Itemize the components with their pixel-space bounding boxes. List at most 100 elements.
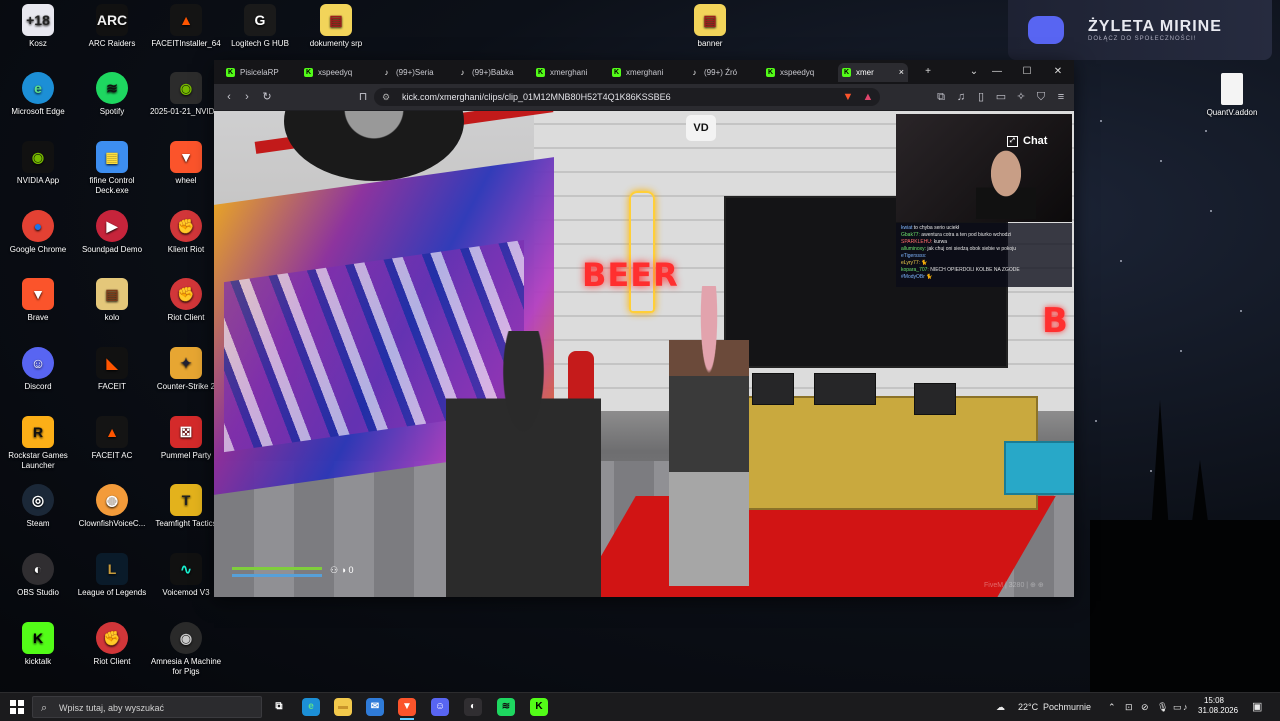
bookmark-icon[interactable]: ⊓	[356, 90, 370, 104]
desktop-icon[interactable]: ◉ 2025-01-21_NVIDIA	[148, 72, 224, 117]
desktop-icon[interactable]: ▼ Brave	[0, 278, 76, 323]
desktop-icon[interactable]: T Teamfight Tactics	[148, 484, 224, 529]
chevron-up-icon[interactable]: ⌃	[1108, 693, 1116, 721]
kicktalk-icon[interactable]: K	[530, 698, 548, 716]
desktop-icon[interactable]: e Microsoft Edge	[0, 72, 76, 117]
desktop-icon[interactable]: ≋ Spotify	[74, 72, 150, 117]
weather-temp[interactable]: 22°C	[1018, 693, 1038, 721]
discord-icon: ☺	[22, 347, 54, 379]
browser-tab[interactable]: ♪ (99+)Babka	[454, 63, 528, 82]
desktop-icon[interactable]: ▶ Soundpad Demo	[74, 210, 150, 255]
browser-tab[interactable]: Kxmerghani	[608, 63, 682, 82]
browser-window[interactable]: K PisicelaRP Kxspeedyq ♪ (99+)Seria ♪ (99+)Bab…	[214, 60, 1074, 597]
kick-favicon-icon: K	[536, 68, 545, 77]
browser-tab[interactable]: ♪ (99+) Źró	[686, 63, 760, 82]
brave-shields-icon[interactable]: ▼	[841, 90, 855, 104]
weather-desc[interactable]: Pochmurnie	[1043, 693, 1091, 721]
wallet-icon[interactable]: ▭	[994, 90, 1008, 104]
file-explorer-icon[interactable]: ▬	[334, 698, 352, 716]
extensions-icon[interactable]: ⧉	[934, 90, 948, 104]
desktop-icon[interactable]: ⚄ Pummel Party	[148, 416, 224, 461]
desktop-icon[interactable]: ● Google Chrome	[0, 210, 76, 255]
notifications-icon[interactable]: ▣	[1252, 693, 1262, 721]
desktop-icon[interactable]: G Logitech G HUB	[222, 4, 298, 49]
desktop-icon[interactable]: ∿ Voicemod V3	[148, 553, 224, 598]
desktop-icon[interactable]: ✊ Klient Riot	[148, 210, 224, 255]
windows-start-icon[interactable]	[10, 700, 24, 714]
desktop-icon-label: wheel	[175, 176, 197, 185]
tab-list-chevron-icon[interactable]: ⌄	[964, 64, 984, 80]
desktop-icon[interactable]: ▤ banner	[672, 4, 748, 49]
weather-icon[interactable]: ☁	[996, 693, 1005, 721]
brave-rewards-icon[interactable]: ▲	[861, 90, 875, 104]
taskbar-search-input[interactable]: ⌕ Wpisz tutaj, aby wyszukać	[32, 696, 262, 718]
desktop-icon[interactable]: ▤ dokumenty srp	[298, 4, 374, 49]
tiktok-favicon-icon: ♪	[460, 68, 465, 77]
desktop-icon[interactable]: ✊ Riot Client	[148, 278, 224, 323]
leo-icon[interactable]: ✧	[1014, 90, 1028, 104]
discord-banner[interactable]: ŻYLETA MIRINE DOŁĄCZ DO SPOŁECZNOŚCI!	[1008, 0, 1272, 60]
desktop-icon[interactable]: ◣ FACEIT	[74, 347, 150, 392]
desktop-icon[interactable]: ▤ kolo	[74, 278, 150, 323]
spotify-icon[interactable]: ≋	[497, 698, 515, 716]
desktop-icon[interactable]: ✦ Counter-Strike 2	[148, 347, 224, 392]
reload-icon[interactable]: ↻	[260, 90, 274, 104]
desktop-icon[interactable]: ▲ FACEITInstaller_64	[148, 4, 224, 49]
video-player[interactable]: BEER B VD ⤢ Chat kwiat to chyba serio uc…	[214, 111, 1074, 597]
desktop-icon[interactable]: Kkicktalk	[0, 622, 76, 667]
back-icon[interactable]: ‹	[222, 90, 236, 104]
microphone-icon[interactable]: 🎙	[1157, 693, 1168, 721]
minimize-button[interactable]: —	[987, 64, 1007, 80]
desktop-icon[interactable]: R Rockstar Games Launcher	[0, 416, 76, 471]
obs-icon: ◐	[22, 553, 54, 585]
browser-tab[interactable]: Kxmerghani	[532, 63, 606, 82]
desktop-icon[interactable]: ◍ ClownfishVoiceC...	[74, 484, 150, 529]
desktop-icon[interactable]: ☺ Discord	[0, 347, 76, 392]
volume-icon[interactable]: ♪	[1183, 693, 1188, 721]
edge-icon[interactable]: e	[302, 698, 320, 716]
discord-icon[interactable]: ☺	[431, 698, 449, 716]
chat-toggle-button[interactable]: ⤢ Chat	[1007, 135, 1047, 147]
browser-tab[interactable]: Kxspeedyq	[300, 63, 374, 82]
task-view-icon[interactable]: ⧉	[270, 698, 288, 716]
desktop-icon[interactable]: ◎ Steam	[0, 484, 76, 529]
mail-icon[interactable]: ✉	[366, 698, 384, 716]
close-tab-icon[interactable]: ×	[899, 63, 904, 82]
address-bar[interactable]: ⚙ kick.com/xmerghani/clips/clip_01M12MNB…	[374, 88, 880, 106]
desktop-icon-label: Teamfight Tactics	[155, 519, 217, 528]
taskbar-clock[interactable]: 15:08 31.08.2026	[1198, 696, 1238, 716]
obs-icon[interactable]: ◐	[464, 698, 482, 716]
network-icon[interactable]: ▭	[1173, 693, 1182, 721]
desktop-icon[interactable]: L League of Legends	[74, 553, 150, 598]
browser-tab[interactable]: Kxmer ×	[838, 63, 908, 82]
browser-tab[interactable]: ♪ (99+)Seria	[378, 63, 452, 82]
site-info-icon[interactable]: ⚙	[382, 88, 390, 106]
browser-tab[interactable]: Kxspeedyq	[762, 63, 836, 82]
desktop-icon[interactable]: +18 Kosz	[0, 4, 76, 49]
close-window-button[interactable]: ✕	[1048, 64, 1068, 80]
desktop-icon-label: Spotify	[99, 107, 125, 116]
maximize-button[interactable]: ☐	[1017, 64, 1037, 80]
browser-tab[interactable]: K PisicelaRP	[222, 63, 296, 82]
new-tab-button[interactable]: +	[918, 64, 938, 80]
tray-icon[interactable]: ⊡	[1125, 693, 1133, 721]
vpn-icon[interactable]: ⛉	[1034, 90, 1048, 104]
desktop-icon[interactable]: QuantV.addon	[1194, 73, 1270, 118]
desktop-icon[interactable]: ◉ Amnesia A Machine for Pigs	[148, 622, 224, 677]
neon-letter: B	[1042, 301, 1068, 341]
desktop-icon[interactable]: ARC ARC Raiders	[74, 4, 150, 49]
desktop-icon[interactable]: ▲ FACEIT AC	[74, 416, 150, 461]
desktop-icon[interactable]: ◐ OBS Studio	[0, 553, 76, 598]
menu-icon[interactable]: ≡	[1054, 90, 1068, 104]
forward-icon[interactable]: ›	[240, 90, 254, 104]
chat-text: awentura cotra a ten pod biurko wchodzi	[921, 232, 1012, 238]
desktop-icon[interactable]: ▦ fifine Control Deck.exe	[74, 141, 150, 196]
desktop-icon[interactable]: ✊ Riot Client	[74, 622, 150, 667]
tray-icon[interactable]: ⊘	[1141, 693, 1149, 721]
sidebar-icon[interactable]: ▯	[974, 90, 988, 104]
media-icon[interactable]: ♫	[954, 90, 968, 104]
desktop-icon[interactable]: ▼ wheel	[148, 141, 224, 186]
brave-icon[interactable]: ▼	[398, 698, 416, 720]
kick-favicon-icon: K	[226, 68, 235, 77]
desktop-icon[interactable]: ◉ NVIDIA App	[0, 141, 76, 186]
